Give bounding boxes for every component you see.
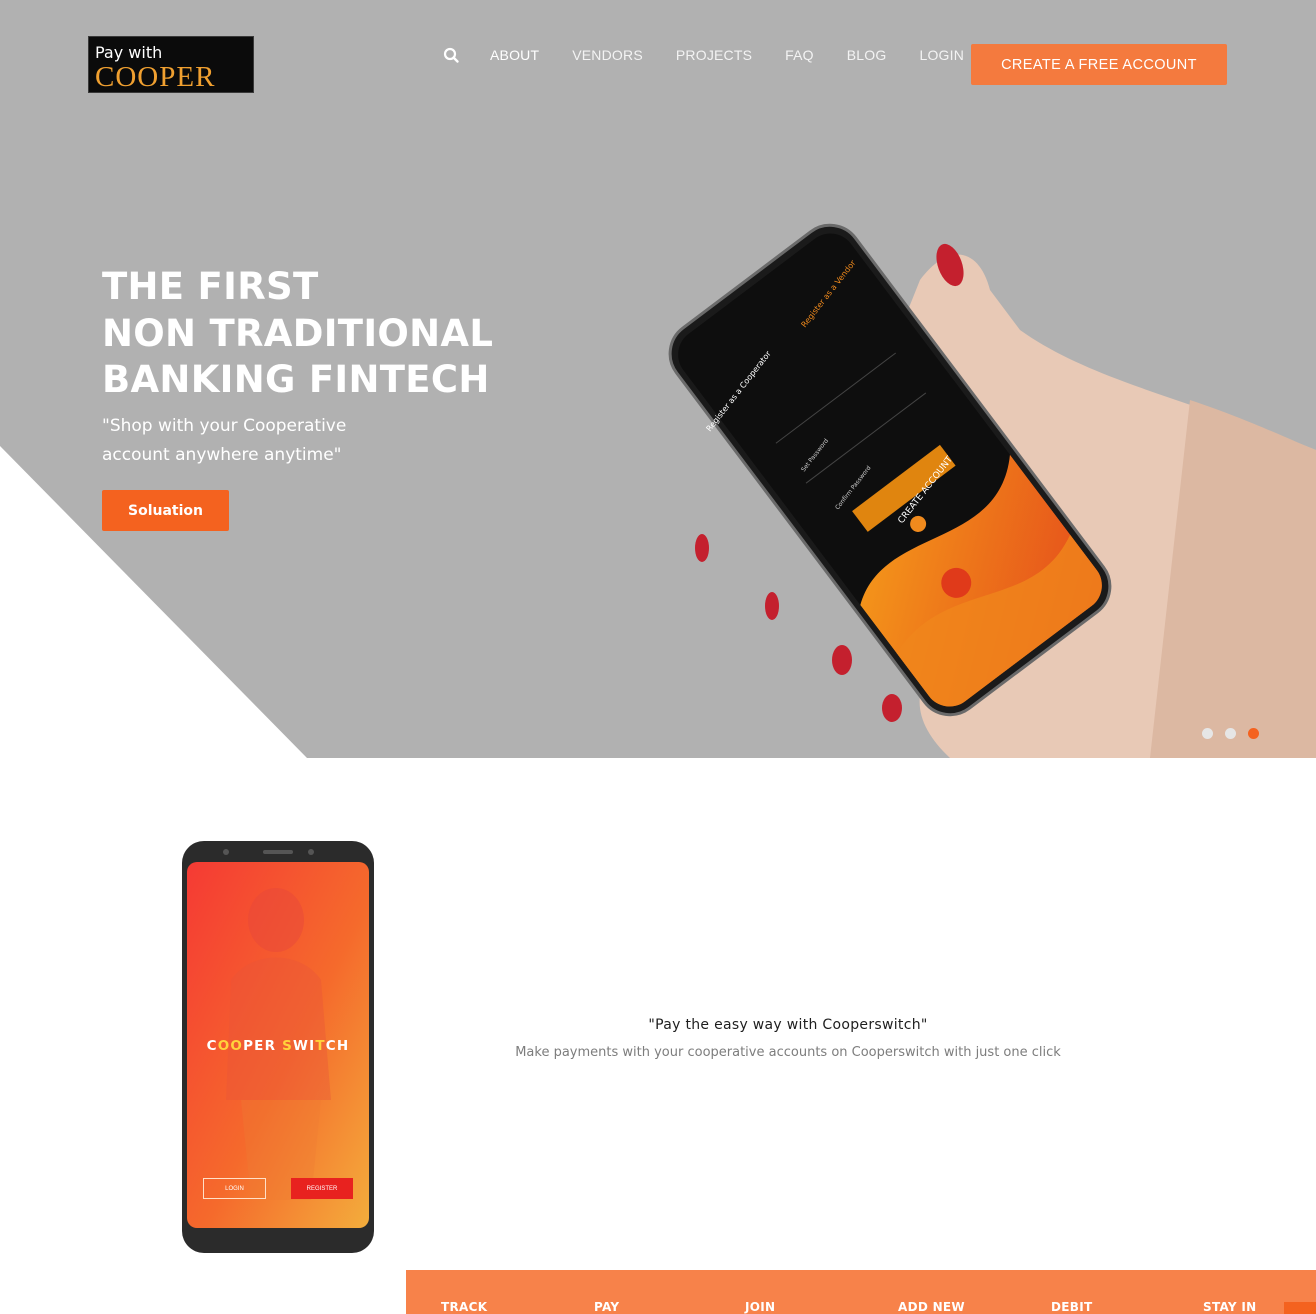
nav-blog[interactable]: BLOG: [847, 44, 887, 66]
brand-part: C: [206, 1038, 218, 1054]
feature-add-new: ADD NEW: [898, 1300, 965, 1314]
logo-line1: Pay with: [95, 43, 163, 62]
nav-projects[interactable]: PROJECTS: [676, 44, 752, 66]
site-logo[interactable]: Pay with COOPER: [88, 36, 254, 93]
nav-about[interactable]: ABOUT: [490, 44, 539, 66]
cooperswitch-brand: COOPER SWITCH: [181, 1038, 375, 1054]
hero-title-line: NON TRADITIONAL: [102, 311, 494, 355]
brand-part: PER: [243, 1038, 283, 1054]
main-nav: ABOUT VENDORS PROJECTS FAQ BLOG LOGIN: [440, 44, 997, 66]
brand-part: OO: [217, 1038, 244, 1054]
nav-vendors[interactable]: VENDORS: [572, 44, 643, 66]
nav-faq[interactable]: FAQ: [785, 44, 814, 66]
hero-section: Register as a Cooperator Register as a V…: [0, 0, 1316, 758]
feature-stay-in: STAY IN: [1203, 1300, 1257, 1314]
search-icon[interactable]: [440, 44, 462, 66]
feature-join: JOIN: [745, 1300, 776, 1314]
feature-pay: PAY: [594, 1300, 620, 1314]
hero-quote-line: "Shop with your Cooperative: [102, 416, 347, 436]
solution-button[interactable]: Soluation: [102, 490, 229, 531]
promo-tagline: "Pay the easy way with Cooperswitch": [648, 1017, 928, 1033]
hero-title-line: THE FIRST: [102, 265, 319, 308]
nav-login[interactable]: LOGIN: [919, 44, 964, 66]
phone-login-button: LOGIN: [203, 1178, 266, 1199]
hero-title: THE FIRST NON TRADITIONAL BANKING FINTEC…: [102, 264, 542, 404]
hero-title-line: BANKING FINTECH: [102, 358, 490, 401]
brand-part: S: [282, 1038, 294, 1054]
brand-part: WI: [293, 1038, 316, 1054]
slider-dot[interactable]: [1202, 728, 1213, 739]
feature-debit: DEBIT: [1051, 1300, 1093, 1314]
create-account-button[interactable]: CREATE A FREE ACCOUNT: [971, 44, 1227, 85]
feature-bar: TRACK PAY JOIN ADD NEW DEBIT STAY IN: [406, 1270, 1316, 1314]
hero-quote: "Shop with your Cooperative account anyw…: [102, 412, 362, 470]
logo-line2: COOPER: [95, 61, 216, 93]
slider-dots: [1202, 728, 1271, 739]
hero-phone-illustration: Register as a Cooperator Register as a V…: [667, 223, 1316, 758]
brand-part: T: [315, 1038, 326, 1054]
promo-subline: Make payments with your cooperative acco…: [515, 1045, 1061, 1060]
slider-dot-active[interactable]: [1248, 728, 1259, 739]
phone-register-button: REGISTER: [291, 1178, 353, 1199]
scroll-top-button[interactable]: [1284, 1302, 1316, 1314]
page: Register as a Cooperator Register as a V…: [0, 0, 1316, 1314]
slider-dot[interactable]: [1225, 728, 1236, 739]
feature-track: TRACK: [441, 1300, 488, 1314]
brand-part: CH: [325, 1038, 350, 1054]
hero-quote-line: account anywhere anytime": [102, 445, 342, 465]
